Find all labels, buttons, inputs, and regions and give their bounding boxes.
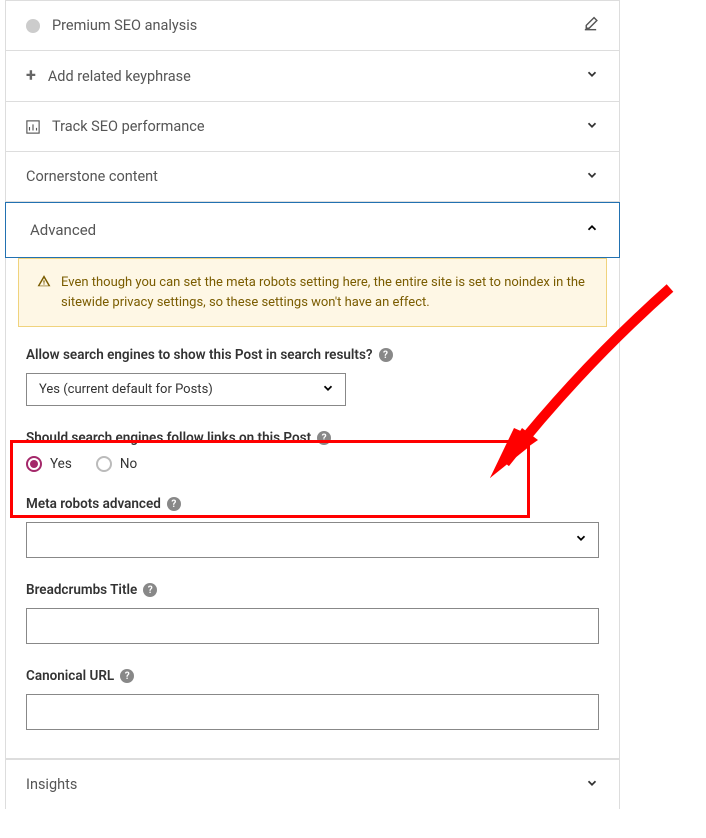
- help-icon[interactable]: ?: [143, 583, 157, 597]
- advanced-content: Even though you can set the meta robots …: [6, 258, 619, 758]
- chevron-down-icon: [585, 776, 599, 794]
- section-add-keyphrase[interactable]: + Add related keyphrase: [6, 51, 619, 102]
- section-label: Cornerstone content: [26, 168, 158, 185]
- help-icon[interactable]: ?: [167, 497, 181, 511]
- field-label: Allow search engines to show this Post i…: [26, 347, 599, 363]
- select-value: Yes (current default for Posts): [39, 382, 213, 397]
- chevron-up-icon: [585, 221, 599, 239]
- bottom-sections: Insights: [6, 758, 619, 809]
- field-label: Breadcrumbs Title ?: [26, 582, 599, 598]
- follow-links-radios: Yes No: [26, 456, 599, 472]
- chart-icon: [26, 120, 40, 134]
- radio-icon: [96, 456, 112, 472]
- status-dot-icon: [26, 19, 40, 33]
- warning-text: Even though you can set the meta robots …: [61, 273, 588, 312]
- breadcrumbs-input[interactable]: [26, 608, 599, 644]
- field-label: Canonical URL ?: [26, 668, 599, 684]
- help-icon[interactable]: ?: [317, 431, 331, 445]
- help-icon[interactable]: ?: [120, 669, 134, 683]
- chevron-down-icon: [585, 168, 599, 186]
- help-icon[interactable]: ?: [379, 348, 393, 362]
- allow-search-select[interactable]: Yes (current default for Posts): [26, 373, 346, 406]
- section-insights[interactable]: Insights: [6, 759, 619, 809]
- chevron-down-icon: [321, 381, 335, 399]
- chevron-down-icon: [585, 67, 599, 85]
- field-label: Should search engines follow links on th…: [26, 430, 599, 446]
- section-label: Advanced: [30, 221, 96, 239]
- section-label: Premium SEO analysis: [52, 17, 197, 34]
- follow-links-field: Should search engines follow links on th…: [26, 430, 599, 472]
- breadcrumbs-field: Breadcrumbs Title ?: [26, 582, 599, 644]
- radio-icon: [26, 456, 42, 472]
- warning-icon: [37, 274, 51, 295]
- section-track-seo[interactable]: Track SEO performance: [6, 102, 619, 152]
- allow-search-field: Allow search engines to show this Post i…: [26, 347, 599, 406]
- section-cornerstone[interactable]: Cornerstone content: [6, 152, 619, 202]
- chevron-down-icon: [574, 531, 588, 549]
- meta-robots-select[interactable]: [26, 522, 599, 558]
- section-advanced[interactable]: Advanced: [5, 202, 620, 258]
- section-label: Insights: [26, 776, 77, 793]
- radio-no[interactable]: No: [96, 456, 137, 472]
- seo-panel: Premium SEO analysis + Add related keyph…: [5, 0, 620, 809]
- plus-icon: +: [26, 67, 36, 85]
- canonical-input[interactable]: [26, 694, 599, 730]
- chevron-down-icon: [585, 118, 599, 136]
- warning-notice: Even though you can set the meta robots …: [18, 258, 607, 327]
- section-premium-seo[interactable]: Premium SEO analysis: [6, 0, 619, 51]
- field-label: Meta robots advanced ?: [26, 496, 599, 512]
- edit-icon[interactable]: [582, 15, 599, 36]
- canonical-field: Canonical URL ?: [26, 668, 599, 730]
- section-label: Track SEO performance: [52, 118, 205, 135]
- section-label: Add related keyphrase: [48, 68, 191, 85]
- meta-robots-field: Meta robots advanced ?: [26, 496, 599, 558]
- radio-yes[interactable]: Yes: [26, 456, 72, 472]
